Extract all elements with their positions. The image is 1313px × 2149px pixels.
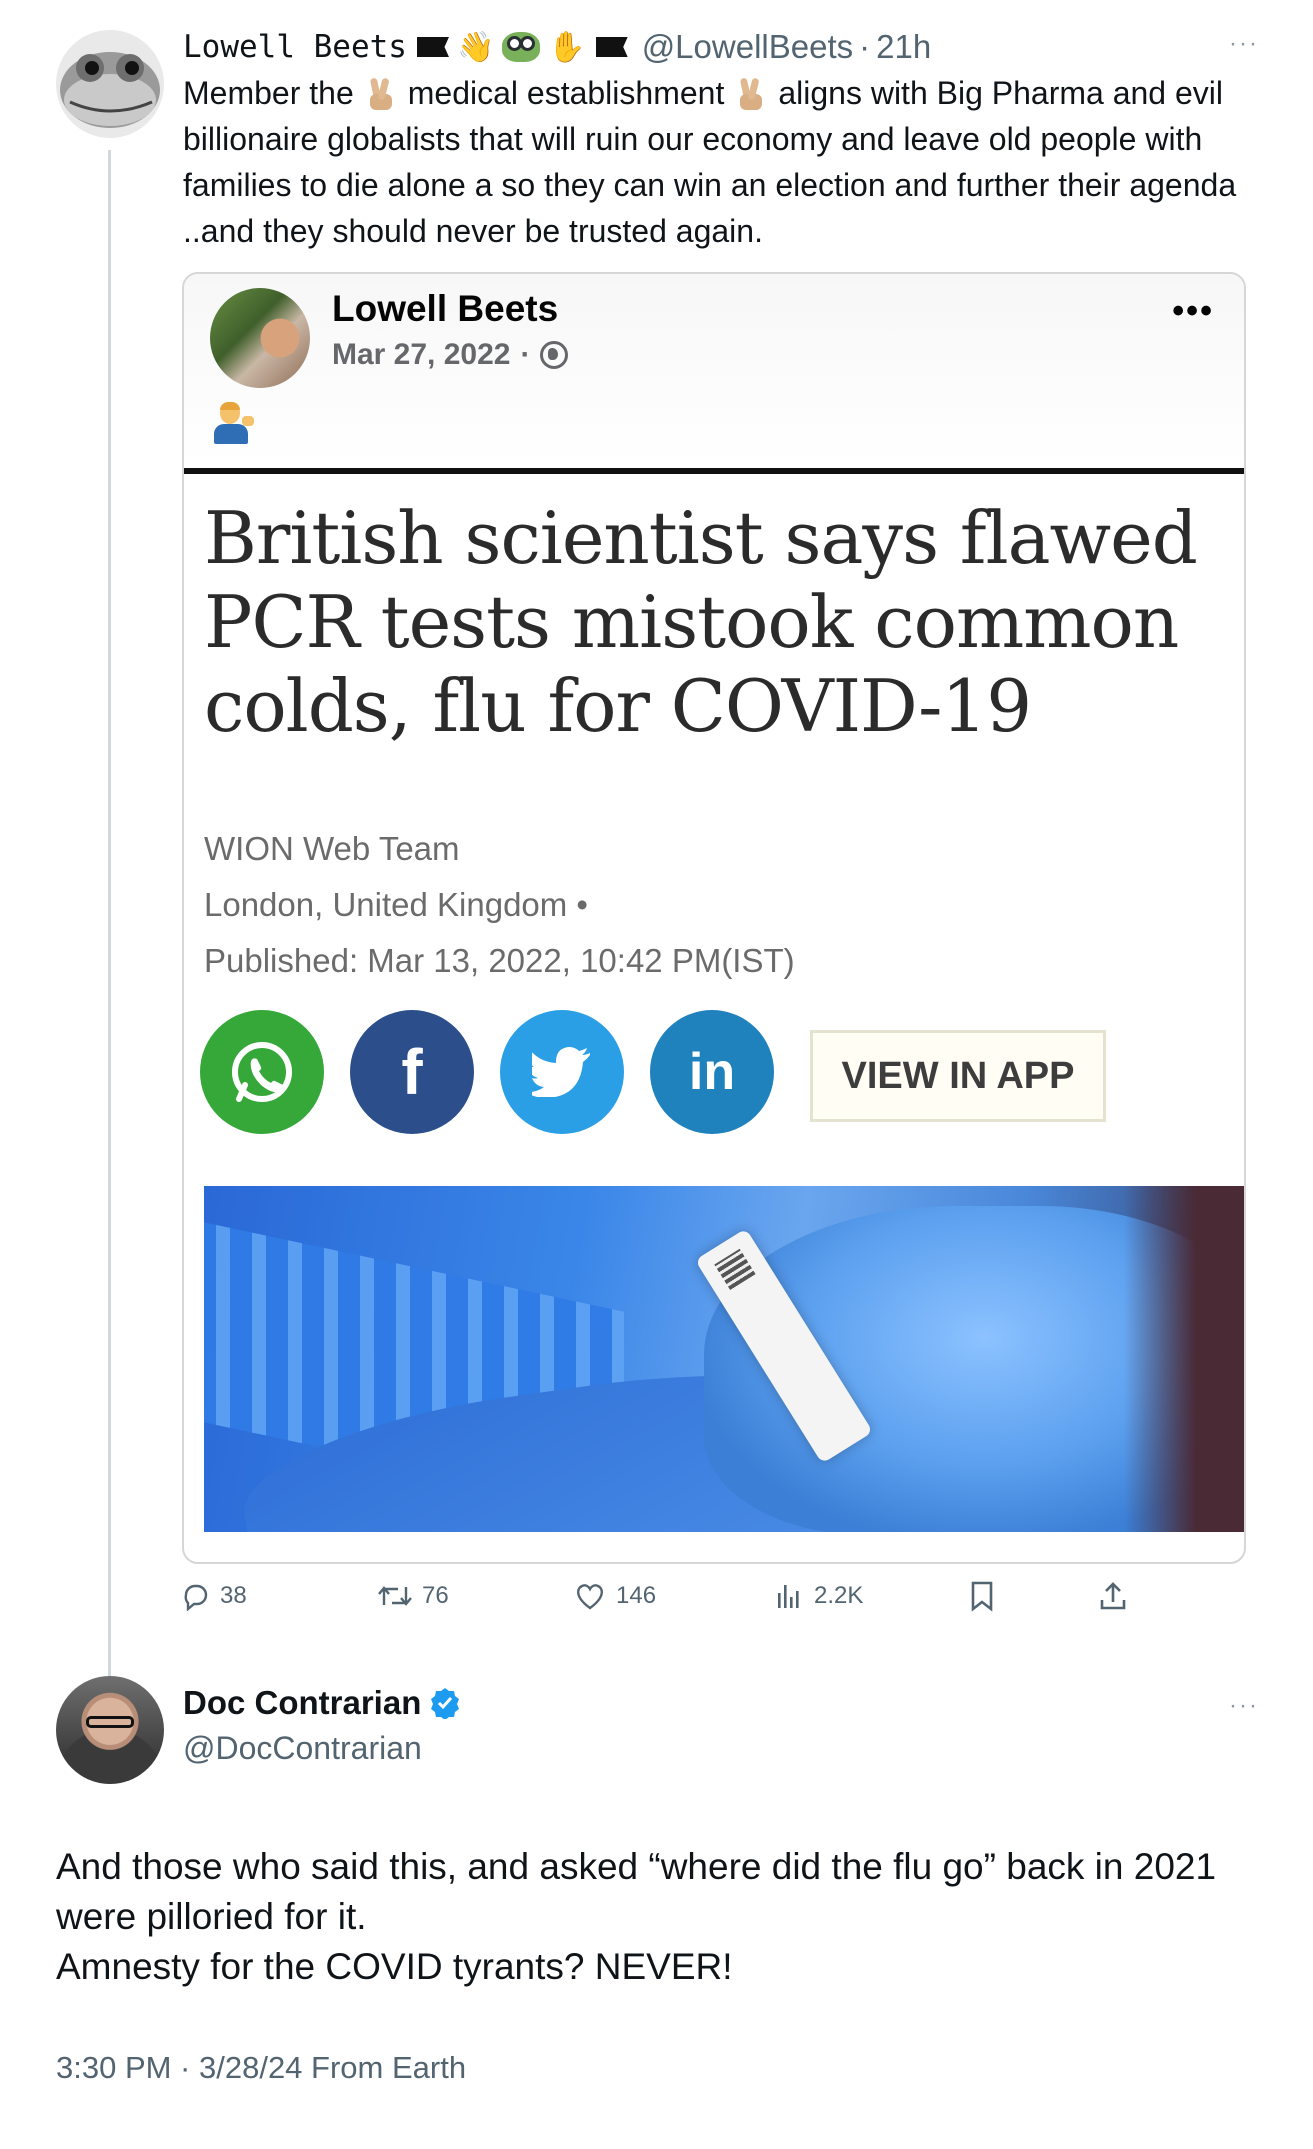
globe-icon [540, 341, 569, 369]
share-icon [1100, 1582, 1126, 1610]
raised-hand-icon: ✋ [548, 30, 586, 64]
whatsapp-icon [200, 1010, 324, 1134]
person-tipping-hand-icon [212, 402, 256, 446]
article-author: WION Web Team [204, 830, 460, 867]
twitter-bird-icon [500, 1010, 624, 1134]
article-published-date: Published: Mar 13, 2022, 10:42 PM(IST) [204, 942, 795, 979]
bookmark-button[interactable] [968, 1576, 996, 1616]
main-tweet-text: And those who said this, and asked “wher… [56, 1842, 1276, 1992]
thread-connector-line [108, 150, 111, 1680]
quoted-tweet-text: Member the medical establishment aligns wi… [183, 70, 1283, 254]
view-count: 2.2K [814, 1582, 864, 1609]
article-headline: British scientist says flawed PCR tests … [204, 496, 1198, 748]
retweet-icon [378, 1586, 412, 1606]
reply-count: 38 [220, 1582, 247, 1609]
dot-separator: · [859, 28, 871, 65]
main-author-name-row: Doc Contrarian [183, 1684, 461, 1722]
retweet-button[interactable]: 76 [378, 1576, 449, 1616]
quoted-author-handle[interactable]: @LowellBeets [642, 28, 853, 66]
victory-hand-icon [736, 76, 766, 110]
doc-contrarian-avatar[interactable] [56, 1676, 164, 1784]
heart-icon [577, 1584, 603, 1610]
main-author-handle[interactable]: @DocContrarian [183, 1730, 422, 1767]
post-date-text: Mar 27, 2022 [332, 338, 511, 371]
victory-hand-icon [366, 76, 396, 110]
waving-hand-icon: 👋 [456, 30, 495, 64]
lowell-beets-avatar[interactable] [56, 30, 164, 138]
tweet-text-part: Member the [183, 75, 354, 111]
quoted-tweet-header: Lowell Beets 👋 ✋ @LowellBeets · 21h [183, 22, 931, 72]
facebook-author-avatar [210, 288, 310, 388]
main-tweet-timestamp[interactable]: 3:30 PM · 3/28/24 From Earth [56, 2050, 466, 2086]
quoted-author-name[interactable]: Lowell Beets [183, 29, 407, 65]
dot-separator: · [520, 338, 531, 371]
linkedin-icon: in [650, 1010, 774, 1134]
article-photo-gloved-hand-test-strip [204, 1186, 1244, 1532]
facebook-author-name: Lowell Beets [332, 288, 559, 329]
facebook-icon: f [350, 1010, 474, 1134]
quoted-more-options-button[interactable]: ··· [1229, 30, 1259, 58]
black-flag-icon [595, 37, 628, 57]
embedded-media-card[interactable]: Lowell Beets Mar 27, 2022 · ••• British … [182, 272, 1246, 1564]
facebook-post-date: Mar 27, 2022 · [332, 338, 569, 372]
bookmark-icon [971, 1581, 993, 1612]
like-button[interactable]: 146 [574, 1576, 656, 1616]
main-tweet-line: Amnesty for the COVID tyrants? NEVER! [56, 1946, 733, 1987]
verified-badge-icon [431, 1688, 460, 1719]
like-count: 146 [616, 1582, 657, 1609]
black-flag-icon [416, 37, 449, 57]
share-button[interactable] [1098, 1576, 1128, 1616]
tweet-text-part: medical establishment [407, 75, 725, 111]
retweet-count: 76 [422, 1582, 449, 1609]
reply-icon [184, 1584, 208, 1611]
article-top-rule [184, 468, 1244, 474]
frog-icon [502, 32, 541, 62]
tweet-age[interactable]: 21h [876, 28, 931, 66]
facebook-more-icon: ••• [1172, 292, 1214, 330]
article-location: London, United Kingdom • [204, 886, 588, 923]
reply-button[interactable]: 38 [180, 1576, 247, 1616]
main-more-options-button[interactable]: ··· [1229, 1692, 1259, 1720]
view-in-app-button: VIEW IN APP [810, 1030, 1106, 1122]
main-tweet-line: And those who said this, and asked “wher… [56, 1846, 1217, 1937]
main-author-name[interactable]: Doc Contrarian [183, 1684, 421, 1722]
bar-chart-icon [778, 1585, 799, 1608]
views-button[interactable]: 2.2K [774, 1576, 863, 1616]
